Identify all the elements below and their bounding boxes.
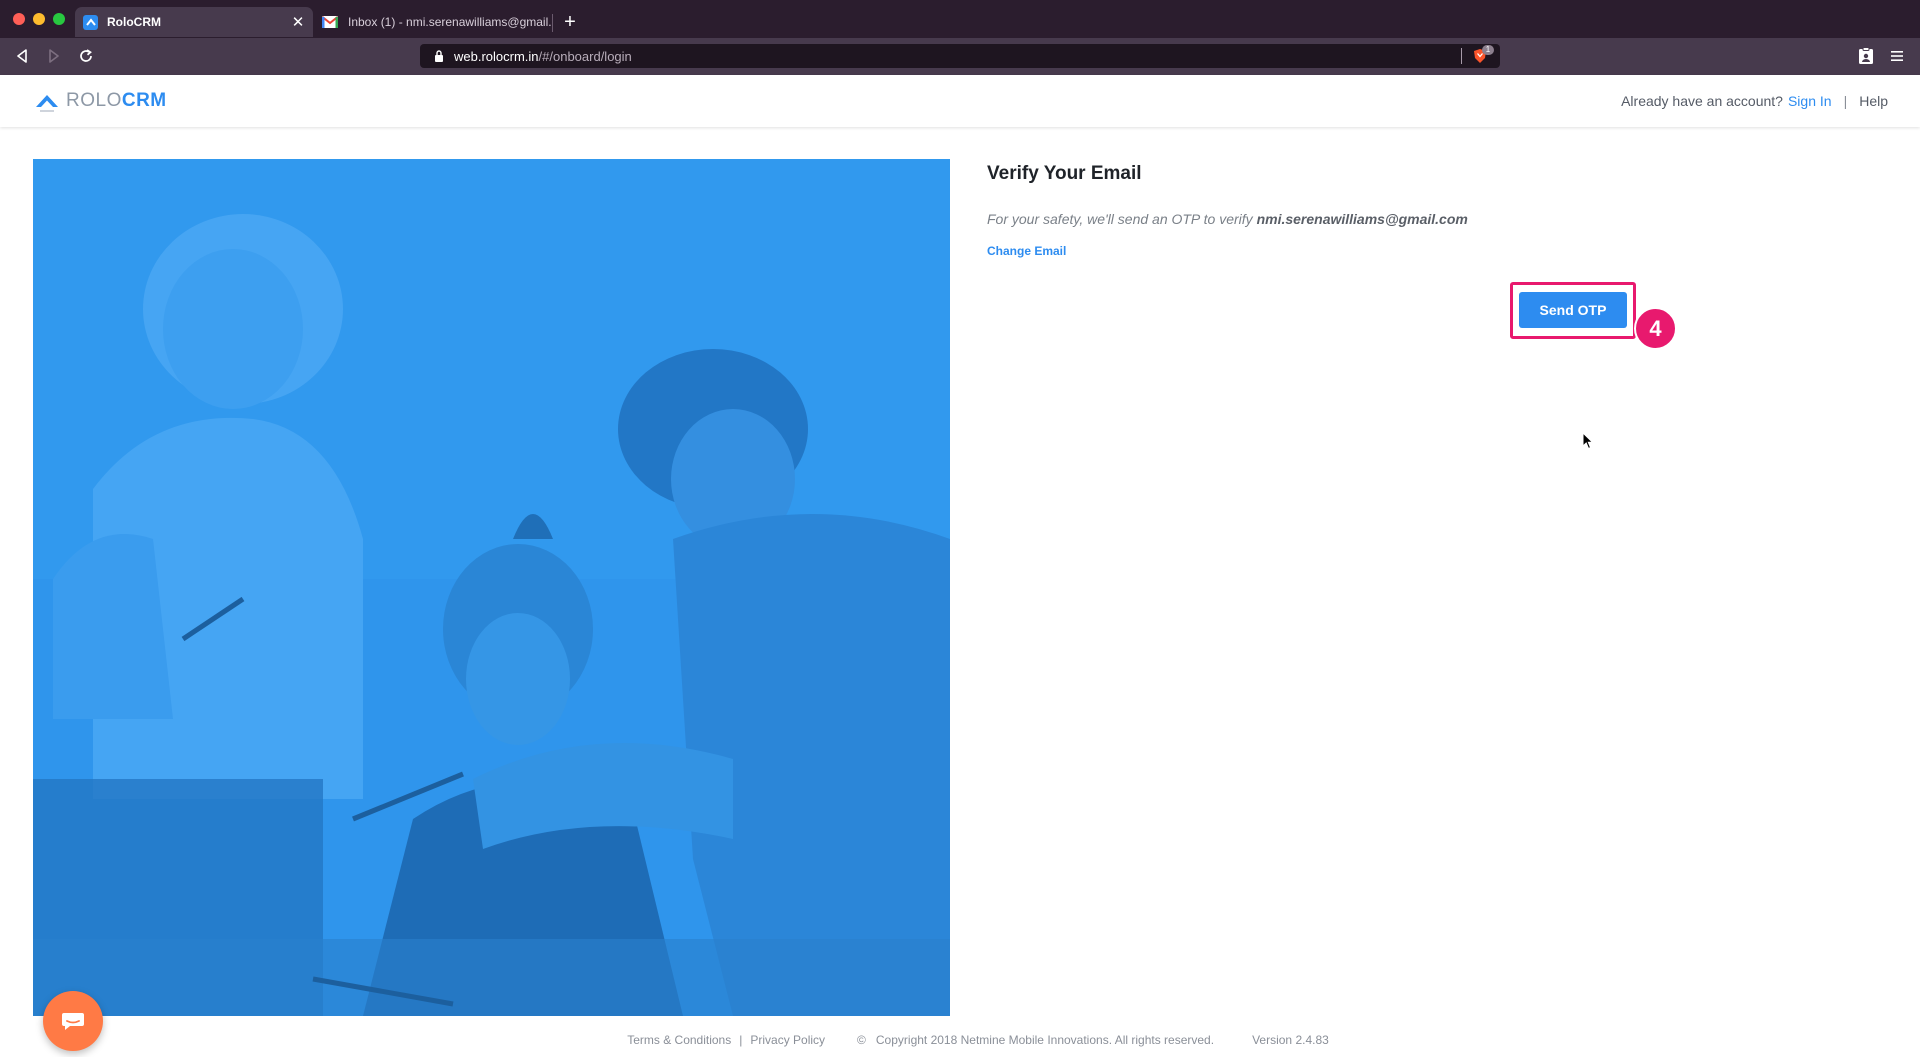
gmail-icon — [322, 16, 338, 28]
team-photo-illustration — [33, 159, 950, 1016]
reload-button[interactable] — [76, 46, 96, 66]
logo-text-rolo: ROLO — [66, 90, 122, 111]
back-button[interactable] — [12, 46, 32, 66]
address-bar-divider — [1461, 48, 1462, 64]
change-email-link[interactable]: Change Email — [987, 244, 1066, 258]
sign-in-link[interactable]: Sign In — [1788, 93, 1832, 109]
hamburger-menu-icon[interactable] — [1890, 49, 1904, 63]
tab-title: Inbox (1) - nmi.serenawilliams@gmail.com — [348, 15, 552, 29]
url-path: /#/onboard/login — [538, 48, 632, 64]
privacy-link[interactable]: Privacy Policy — [750, 1033, 825, 1047]
copyright-text: Copyright 2018 Netmine Mobile Innovation… — [875, 1033, 1215, 1047]
header-links: Already have an account? Sign In | Help — [1621, 93, 1888, 109]
help-link[interactable]: Help — [1859, 93, 1888, 109]
forward-arrow-icon — [49, 49, 59, 63]
verify-description-text: For your safety, we'll send an OTP to ve… — [987, 211, 1253, 227]
reload-icon — [80, 49, 92, 62]
app-version: Version 2.4.83 — [1252, 1033, 1329, 1047]
account-prompt: Already have an account? — [1621, 93, 1783, 109]
logo-text-crm: CRM — [121, 90, 167, 111]
minimize-window-button[interactable] — [33, 13, 45, 25]
tab-title: RoloCRM — [107, 15, 161, 29]
app-header: ROLO CRM Already have an account? Sign I… — [0, 75, 1920, 127]
new-tab-button[interactable]: + — [560, 12, 580, 32]
hero-image — [33, 159, 950, 1016]
user-email: nmi.serenawilliams@gmail.com — [1256, 211, 1468, 227]
copyright-symbol: © — [857, 1033, 866, 1047]
close-window-button[interactable] — [13, 13, 25, 25]
url-host: web.rolocrm.in — [454, 48, 539, 64]
wallet-icon[interactable] — [1858, 47, 1874, 65]
send-otp-button[interactable]: Send OTP — [1519, 292, 1627, 328]
rolocrm-logo[interactable]: ROLO CRM — [34, 89, 167, 113]
browser-toolbar: web.rolocrm.in /#/onboard/login 1 — [0, 38, 1920, 75]
page-title: Verify Your Email — [987, 163, 1142, 184]
maximize-window-button[interactable] — [53, 13, 65, 25]
chat-bubble-icon — [62, 1013, 84, 1030]
back-arrow-icon — [17, 49, 27, 63]
rolocrm-logo-icon — [36, 95, 58, 112]
shield-count-badge: 1 — [1482, 45, 1494, 55]
chat-widget-button[interactable] — [43, 991, 103, 1051]
address-bar[interactable]: web.rolocrm.in /#/onboard/login 1 — [420, 44, 1500, 68]
forward-button[interactable] — [44, 46, 64, 66]
page-footer: Terms & Conditions | Privacy Policy © Co… — [0, 1030, 1920, 1050]
close-tab-icon[interactable]: ✕ — [289, 13, 307, 31]
tab-rolocrm[interactable]: RoloCRM ✕ — [75, 7, 313, 37]
step-number-badge: 4 — [1634, 307, 1677, 350]
tab-divider — [552, 14, 553, 32]
tab-gmail-inbox[interactable]: Inbox (1) - nmi.serenawilliams@gmail.com — [318, 7, 552, 37]
rolocrm-favicon-icon — [83, 14, 98, 30]
mouse-cursor-icon — [1582, 432, 1594, 450]
footer-separator: | — [739, 1033, 743, 1047]
terms-link[interactable]: Terms & Conditions — [627, 1033, 731, 1047]
lock-icon — [432, 49, 446, 63]
header-separator: | — [1843, 93, 1848, 109]
verify-description: For your safety, we'll send an OTP to ve… — [987, 211, 1468, 227]
browser-chrome: RoloCRM ✕ Inbox (1) - nmi.serenawilliams… — [0, 0, 1920, 75]
